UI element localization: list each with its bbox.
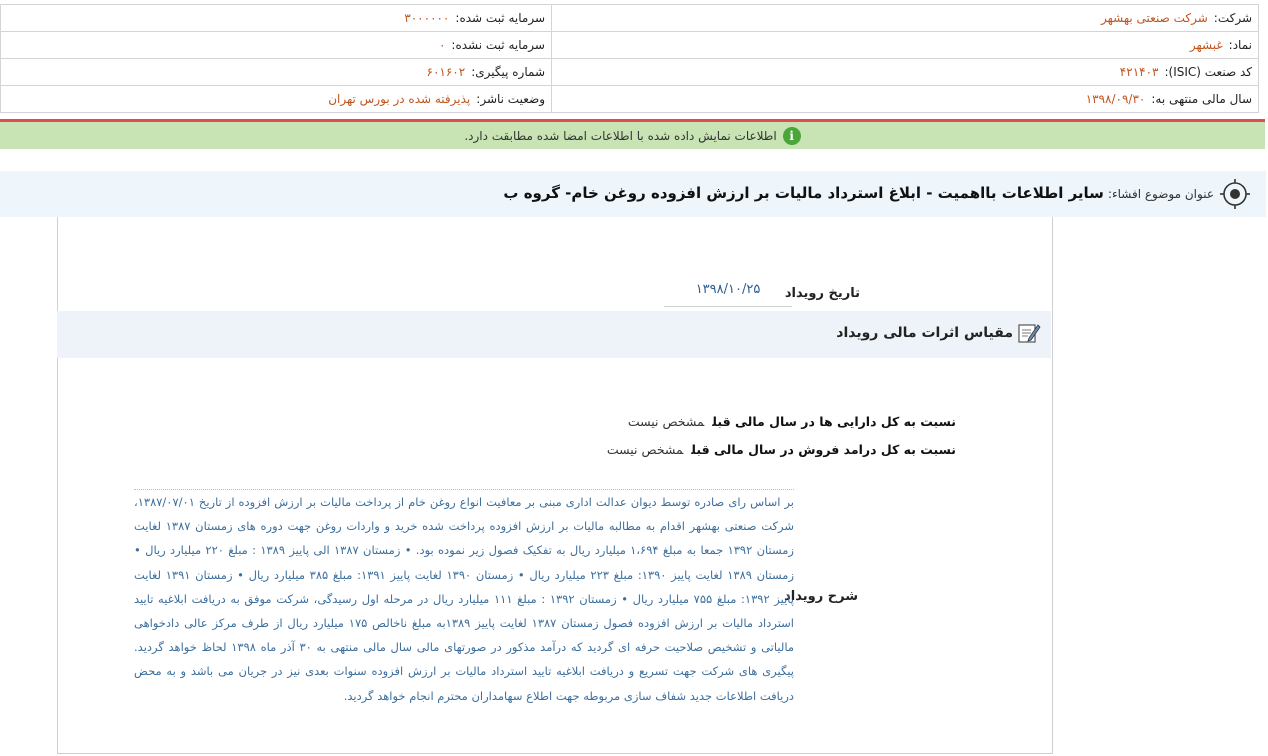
ratio-sales-value: مشخص نیست <box>606 442 684 457</box>
info-row: نماد: غبشهر سرمایه ثبت نشده: ۰ <box>0 31 1259 59</box>
edit-note-icon <box>1018 324 1041 343</box>
registered-capital-label: سرمایه ثبت شده: <box>455 11 545 25</box>
verification-message: اطلاعات نمایش داده شده با اطلاعات امضا ش… <box>464 128 777 143</box>
registered-capital-value: ۳۰۰۰۰۰۰ <box>404 11 450 25</box>
isic-cell: کد صنعت (ISIC): ۴۲۱۴۰۳ <box>551 58 1259 86</box>
fiscal-year-cell: سال مالی منتهی به: ۱۳۹۸/۰۹/۳۰ <box>551 85 1259 113</box>
symbol-cell: نماد: غبشهر <box>551 31 1259 59</box>
info-row: سال مالی منتهی به: ۱۳۹۸/۰۹/۳۰ وضعیت ناشر:… <box>0 85 1259 113</box>
subject-heading: عنوان موضوع افشاء:سایر اطلاعات بااهمیت -… <box>503 184 1214 202</box>
unregistered-capital-label: سرمایه ثبت نشده: <box>451 38 545 52</box>
tracking-label: شماره پیگیری: <box>471 65 545 79</box>
subject-label: عنوان موضوع افشاء: <box>1107 187 1214 201</box>
info-row: کد صنعت (ISIC): ۴۲۱۴۰۳ شماره پیگیری: ۶۰۱۶۰… <box>0 58 1259 86</box>
ratio-sales-label: نسبت به کل درامد فروش در سال مالی قبل <box>691 442 956 457</box>
event-date-label: تاریخ رویداد <box>784 286 860 301</box>
ratio-assets-row: نسبت به کل دارایی ها در سال مالی قبل مشخص… <box>628 414 956 429</box>
ratio-assets-value: مشخص نیست <box>627 414 705 429</box>
symbol-label: نماد: <box>1228 38 1252 52</box>
subject-bar: عنوان موضوع افشاء:سایر اطلاعات بااهمیت -… <box>0 171 1266 217</box>
financial-impact-title: مقیاس اثرات مالی رویداد <box>836 325 1013 341</box>
financial-impact-header: مقیاس اثرات مالی رویداد <box>57 311 1051 358</box>
unregistered-capital-value: ۰ <box>438 38 446 52</box>
isic-value: ۴۲۱۴۰۳ <box>1119 65 1159 79</box>
company-info-table: شرکت: شرکت صنعتی بهشهر سرمایه ثبت شده: ۳۰۰… <box>0 4 1259 113</box>
event-date-value: ۱۳۹۸/۱۰/۲۵ <box>664 282 792 307</box>
fiscal-year-label: سال مالی منتهی به: <box>1151 92 1252 106</box>
info-icon: i <box>782 126 801 145</box>
company-value: شرکت صنعتی بهشهر <box>1101 11 1208 25</box>
tracking-value: ۶۰۱۶۰۲ <box>426 65 466 79</box>
publisher-status-value: پذیرفته شده در بورس تهران <box>328 92 471 106</box>
subject-title: سایر اطلاعات بااهمیت - ابلاغ استرداد مال… <box>503 184 1104 202</box>
publisher-status-cell: وضعیت ناشر: پذیرفته شده در بورس تهران <box>0 85 552 113</box>
ratio-assets-label: نسبت به کل دارایی ها در سال مالی قبل <box>712 414 956 429</box>
symbol-value[interactable]: غبشهر <box>1190 38 1223 52</box>
fiscal-year-value: ۱۳۹۸/۰۹/۳۰ <box>1085 92 1146 106</box>
registered-capital-cell: سرمایه ثبت شده: ۳۰۰۰۰۰۰ <box>0 4 552 32</box>
event-description-text: بر اساس رای صادره توسط دیوان عدالت اداری… <box>134 489 794 708</box>
verification-banner: i اطلاعات نمایش داده شده با اطلاعات امضا… <box>0 119 1265 149</box>
event-description-label: شرح رویداد <box>784 589 858 604</box>
publisher-status-label: وضعیت ناشر: <box>476 92 545 106</box>
info-row: شرکت: شرکت صنعتی بهشهر سرمایه ثبت شده: ۳۰۰… <box>0 4 1259 32</box>
company-label: شرکت: <box>1213 11 1252 25</box>
company-cell: شرکت: شرکت صنعتی بهشهر <box>551 4 1259 32</box>
unregistered-capital-cell: سرمایه ثبت نشده: ۰ <box>0 31 552 59</box>
tracking-cell: شماره پیگیری: ۶۰۱۶۰۲ <box>0 58 552 86</box>
isic-label: کد صنعت (ISIC): <box>1164 65 1252 79</box>
ratio-sales-row: نسبت به کل درامد فروش در سال مالی قبل مشخ… <box>607 442 956 457</box>
target-icon <box>1220 179 1250 209</box>
